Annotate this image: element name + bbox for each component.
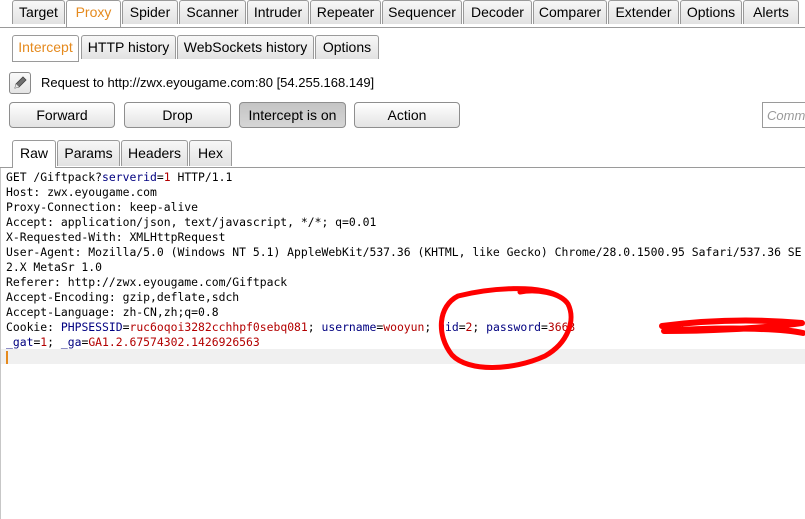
redaction-scribble (659, 317, 805, 336)
highlight-circle (438, 286, 574, 370)
annotation-overlay (438, 286, 805, 370)
